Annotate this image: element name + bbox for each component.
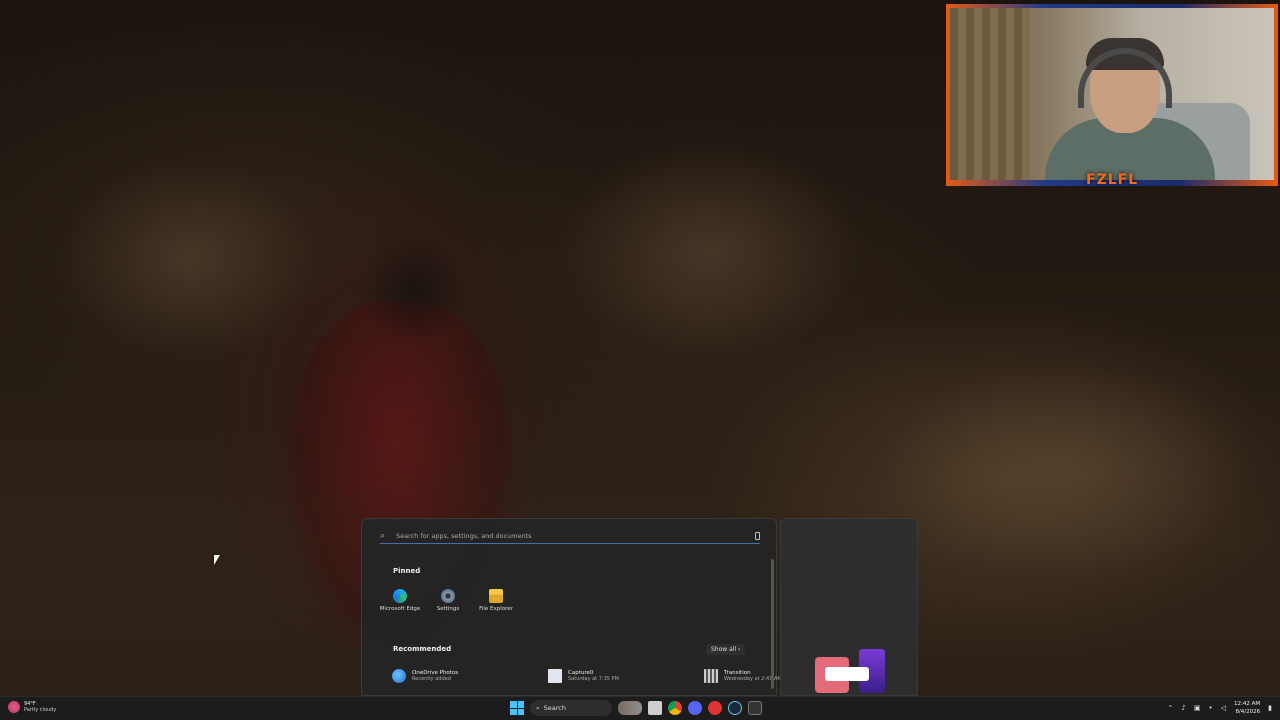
phone-link-icon[interactable] [755, 531, 760, 540]
search-icon: ⌕ [536, 703, 540, 712]
start-search-input[interactable] [396, 531, 749, 540]
start-menu-scrollbar[interactable] [771, 559, 774, 689]
steam-icon[interactable] [728, 701, 742, 715]
system-tray: ⌃ ♪ ▣ • ◁ 12:42 AM 8/4/2026 ▮ [1168, 700, 1272, 716]
streamer-logo: FZLFL [1086, 172, 1139, 188]
clock-time: 12:42 AM [1234, 701, 1261, 707]
webcam-overlay: FZLFL [946, 4, 1278, 188]
show-all-label: Show all [711, 646, 737, 653]
start-menu: ⌕ Pinned Microsoft Edge Settings File Ex… [361, 518, 782, 696]
weather-condition: Partly cloudy [24, 707, 57, 713]
pinned-app-settings[interactable]: Settings [428, 589, 468, 612]
pinned-app-file-explorer[interactable]: File Explorer [476, 589, 516, 612]
volume-icon[interactable]: ◁ [1221, 704, 1226, 712]
pinned-app-label: File Explorer [479, 606, 513, 612]
recommended-item-sub: Recently added [412, 676, 451, 682]
phone-link-illustration [815, 649, 887, 694]
recommended-heading: Recommended [393, 645, 452, 653]
clock-date: 8/4/2026 [1235, 709, 1261, 715]
cave-rock [60, 160, 320, 360]
pinned-heading: Pinned [393, 567, 421, 575]
taskbar: 94°F Partly cloudy ⌕ Search ⌃ ♪ ▣ • ◁ 12… [0, 696, 1280, 720]
chevron-up-icon[interactable]: ⌃ [1168, 704, 1174, 712]
microphone-icon[interactable]: • [1209, 704, 1213, 712]
chrome-icon[interactable] [668, 701, 682, 715]
app-window-icon[interactable] [748, 701, 762, 715]
settings-gear-icon [441, 589, 455, 603]
cave-rock [560, 140, 860, 360]
illustration-shape [825, 667, 869, 681]
speaker-icon[interactable]: ♪ [1181, 704, 1185, 712]
taskbar-search-label: Search [543, 704, 566, 712]
recommended-list: OneDrive Photos Recently added Capture0 … [392, 669, 800, 683]
network-icon[interactable]: ▣ [1194, 704, 1201, 712]
phone-link-panel[interactable] [780, 518, 918, 696]
pinned-app-edge[interactable]: Microsoft Edge [380, 589, 420, 612]
recommended-item[interactable]: OneDrive Photos Recently added [392, 669, 488, 683]
discord-icon[interactable] [688, 701, 702, 715]
webcam-curtain [950, 8, 1030, 180]
weather-icon [8, 701, 20, 713]
pinned-app-label: Microsoft Edge [379, 606, 421, 612]
document-icon [548, 669, 562, 683]
show-all-button[interactable]: Show all › [706, 644, 746, 655]
edge-icon [393, 589, 407, 603]
task-view-icon[interactable] [648, 701, 662, 715]
folder-icon [489, 589, 503, 603]
clock[interactable]: 12:42 AM 8/4/2026 [1234, 700, 1260, 716]
windows-start-icon[interactable] [510, 701, 524, 715]
taskbar-apps: ⌕ Search [510, 700, 762, 716]
mouse-cursor-icon [214, 555, 220, 565]
pinned-app-label: Settings [436, 606, 460, 612]
onedrive-icon [392, 669, 406, 683]
notification-bell-icon[interactable]: ▮ [1268, 704, 1272, 712]
widgets-icon[interactable] [618, 701, 642, 715]
recommended-item-sub: Saturday at 7:35 PM [568, 676, 619, 682]
weather-widget[interactable]: 94°F Partly cloudy [8, 701, 56, 713]
cave-rock [880, 360, 1260, 580]
webcam-video [950, 8, 1274, 180]
taskbar-search[interactable]: ⌕ Search [530, 700, 612, 716]
recommended-item[interactable]: Capture0 Saturday at 7:35 PM [548, 669, 644, 683]
search-icon: ⌕ [380, 530, 386, 541]
pinned-apps: Microsoft Edge Settings File Explorer [380, 589, 516, 612]
chevron-right-icon: › [738, 646, 741, 653]
obs-icon[interactable] [708, 701, 722, 715]
video-file-icon [704, 669, 718, 683]
start-search-box[interactable]: ⌕ [380, 528, 760, 544]
game-character-head [360, 235, 470, 345]
